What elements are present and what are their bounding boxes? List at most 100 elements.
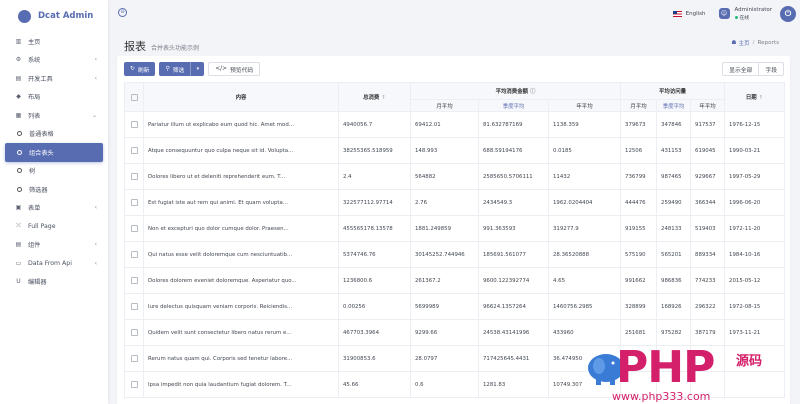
cell-total: 45.66 xyxy=(338,371,411,398)
row-checkbox[interactable] xyxy=(130,121,138,128)
row-checkbox[interactable] xyxy=(130,199,138,206)
cell-date: 1976-12-15 xyxy=(724,111,786,138)
chevron-icon: ⌄ xyxy=(91,111,97,119)
home-icon[interactable]: ☗ xyxy=(731,40,736,46)
user-status-label: 在线 xyxy=(739,15,750,21)
sort-icon[interactable]: ↑ xyxy=(381,95,386,101)
cell-content: Rerum natus quam qui. Corporis sed tenet… xyxy=(143,345,339,372)
table-row[interactable]: Dolores libero ut et deleniti reprehende… xyxy=(124,163,786,190)
header-avg-visits: 平均访问量 xyxy=(620,82,726,100)
cell-date: 1972-08-15 xyxy=(724,293,786,320)
power-icon[interactable]: ⏻ xyxy=(780,5,796,22)
table-row[interactable]: Pariatur illum ut explicabo eum quod hic… xyxy=(124,111,786,138)
row-select-cell xyxy=(124,371,144,398)
cell-month-avg: 5699989 xyxy=(410,293,479,320)
row-checkbox[interactable] xyxy=(130,147,138,154)
header-date-label: 日期 xyxy=(745,95,757,101)
sidebar-item[interactable]: ▣ 表单 ‹ xyxy=(5,199,103,218)
header-date[interactable]: 日期 ↑ xyxy=(724,82,786,112)
sidebar-item[interactable]: 普通表格 xyxy=(5,125,103,144)
cell-month-avg: 148.993 xyxy=(410,137,479,164)
breadcrumb-home[interactable]: 主页 xyxy=(738,39,749,47)
cell-total: 38255365.518959 xyxy=(338,137,411,164)
header-total-label: 总消费 xyxy=(363,95,380,101)
sidebar-item[interactable]: 树 xyxy=(5,162,103,181)
cell-visits-month-avg: 328899 xyxy=(620,293,658,320)
sidebar-item[interactable]: 筛选器 xyxy=(5,180,103,199)
row-checkbox[interactable] xyxy=(130,251,138,258)
sidebar-item[interactable]: ▤ 组件 ‹ xyxy=(5,236,103,255)
filter-button[interactable]: ⚲ 筛选 xyxy=(159,62,191,76)
page-subtitle: 合并表头功能示例 xyxy=(151,45,200,52)
user-avatar[interactable]: ☺ xyxy=(718,8,730,19)
cell-month-avg: 2.76 xyxy=(410,189,479,216)
table-row[interactable]: Qui natus esse velit doloremque cum nesc… xyxy=(124,241,786,268)
cell-content: Qui natus esse velit doloremque cum nesc… xyxy=(143,241,339,268)
us-flag-icon[interactable] xyxy=(672,10,682,17)
row-checkbox[interactable] xyxy=(130,329,138,336)
cell-visits-year-avg: 366344 xyxy=(690,189,726,216)
language-switcher[interactable]: English xyxy=(686,11,706,17)
watermark-suffix: 源码 xyxy=(736,354,763,369)
row-select-cell xyxy=(124,267,144,294)
sidebar-item[interactable]: ⤫ Full Page xyxy=(5,217,103,236)
row-checkbox[interactable] xyxy=(130,355,138,362)
sidebar-item[interactable]: ▭ Data From Api ‹ xyxy=(5,254,103,273)
menu-icon: ▤ xyxy=(15,74,22,82)
cell-quarter-avg: 81.632787169 xyxy=(478,111,549,138)
preview-code-button[interactable]: </> 预览代码 xyxy=(208,62,261,76)
sidebar-item[interactable]: 组合表头 xyxy=(5,143,103,162)
select-all-checkbox[interactable] xyxy=(130,93,138,101)
table-row[interactable]: Est fugiat iste aut rem qui animi. Et qu… xyxy=(124,189,786,216)
cell-visits-year-avg: 917537 xyxy=(690,111,726,138)
sidebar-item-label: 主页 xyxy=(28,38,41,46)
cell-quarter-avg: 9600.122392774 xyxy=(478,267,549,294)
filter-dropdown-icon[interactable]: ▾ xyxy=(190,62,205,76)
sidebar-item[interactable]: ▤ 开发工具 ‹ xyxy=(5,69,103,88)
sidebar-item[interactable]: ◆ 布局 xyxy=(5,88,103,107)
table-row[interactable]: Atque consequuntur quo culpa neque sit i… xyxy=(124,137,786,164)
refresh-button[interactable]: ↻ 刷新 xyxy=(124,62,156,76)
sidebar-item-label: 列表 xyxy=(28,112,41,120)
row-checkbox[interactable] xyxy=(130,277,138,284)
row-checkbox[interactable] xyxy=(130,225,138,232)
sidebar-item[interactable]: ▥ 主页 xyxy=(5,32,103,51)
show-all-button[interactable]: 显示全部 xyxy=(722,62,760,76)
cell-year-avg: 0.0185 xyxy=(547,137,622,164)
chevron-icon: ‹ xyxy=(94,74,97,82)
sidebar-item[interactable]: ▦ 列表 ⌄ xyxy=(5,106,103,125)
sort-icon[interactable]: ↑ xyxy=(759,95,764,101)
sidebar-item-label: 编辑器 xyxy=(28,279,47,287)
menu-icon: ⚙ xyxy=(15,56,22,64)
row-select-cell xyxy=(124,163,144,190)
menu-icon: ▤ xyxy=(15,241,22,249)
sidebar: Dcat Admin ▥ 主页 ⚙ 系统 ‹ ▤ 开发工具 ‹ ◆ 布局 ▦ 列表 ⌄ 普通表格 组合表头树… xyxy=(0,0,108,404)
brand[interactable]: Dcat Admin xyxy=(0,0,108,32)
columns-button[interactable]: 字段 xyxy=(759,62,784,76)
menu-icon: U xyxy=(16,278,21,286)
cell-date: 1990-03-21 xyxy=(724,137,786,164)
cell-visits-month-avg: 575190 xyxy=(620,241,658,268)
table-row[interactable]: Iure delectus quisquam veniam corporis. … xyxy=(124,293,786,320)
cell-quarter-avg: 185691.561077 xyxy=(478,241,549,268)
cell-visits-quarter-avg: 248133 xyxy=(656,215,692,242)
cell-quarter-avg: 2585650.5706111 xyxy=(478,163,549,190)
cell-year-avg: 1460756.2985 xyxy=(547,293,622,320)
row-checkbox[interactable] xyxy=(130,303,138,310)
breadcrumb-current: Reports xyxy=(757,40,779,46)
menu-toggle-icon[interactable]: ⊖ xyxy=(118,8,127,17)
sidebar-item-label: 普通表格 xyxy=(29,131,54,139)
header-total[interactable]: 总消费 ↑ xyxy=(338,82,411,112)
info-icon[interactable]: ⓘ xyxy=(530,89,535,95)
user-menu[interactable]: Administrator 在线 xyxy=(734,7,772,21)
row-checkbox[interactable] xyxy=(130,381,138,388)
sidebar-item[interactable]: ⚙ 系统 ‹ xyxy=(5,51,103,70)
chevron-icon: ‹ xyxy=(94,204,97,212)
table-row[interactable]: Dolores dolorem eveniet doloremque. Aspe… xyxy=(124,267,786,294)
row-checkbox[interactable] xyxy=(130,173,138,180)
cell-total: 455565178.13578 xyxy=(338,215,411,242)
cell-visits-quarter-avg: 431153 xyxy=(656,137,692,164)
table-row[interactable]: Non et excepturi quo dolor cumque dolor.… xyxy=(124,215,786,242)
sidebar-item[interactable]: U 编辑器 xyxy=(5,273,103,292)
row-select-cell xyxy=(124,137,144,164)
